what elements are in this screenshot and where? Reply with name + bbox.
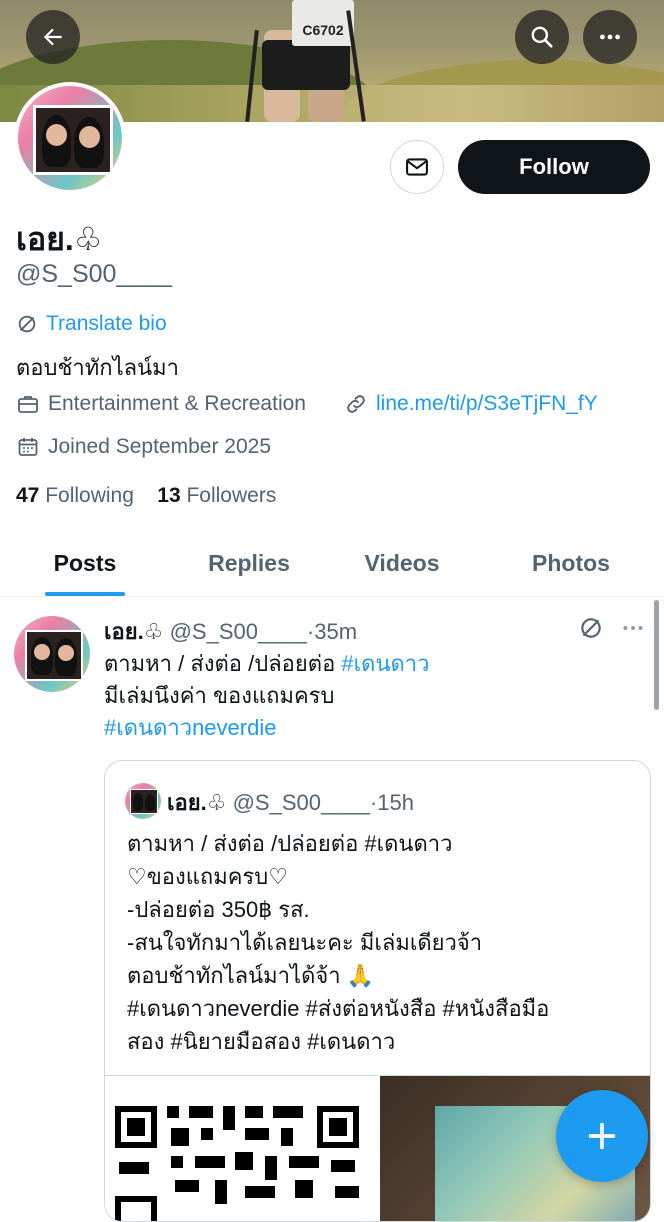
tab-label: Posts [53,549,117,576]
display-name: เอย.♧ [16,221,103,257]
bio-text: ตอบช้าทักไลน์มา [16,355,180,380]
profile-tabs: Posts Replies Videos Photos [0,530,664,597]
website-row[interactable]: line.me/ti/p/S3eTjFN_fY [344,392,598,416]
quoted-header: เอย.♧ @S_S00____·15h [167,790,414,815]
mail-icon [406,158,428,176]
more-horizontal-icon[interactable] [620,617,646,639]
grok-icon[interactable] [578,615,604,641]
tab-photos[interactable]: Photos [505,530,637,596]
tweet-time[interactable]: 35m [314,619,357,644]
quoted-line: ตอบช้าทักไลน์มาได้จ้า 🙏 [127,963,375,988]
quoted-author-name: เอย.♧ [167,790,227,815]
user-handle: @S_S00____ [16,260,173,288]
tweet-line: ตามหา / ส่งต่อ /ปล่อยต่อ [104,651,342,676]
hashtag-link[interactable]: #เดนดาวneverdie [104,712,644,744]
hashtag-link[interactable]: #เดนดาว [341,651,429,676]
followers-count: 13 [157,484,181,507]
plus-icon [588,1122,616,1150]
follow-button[interactable]: Follow [458,140,650,194]
category-row: Entertainment & Recreation [16,392,306,416]
link-icon [347,395,365,413]
search-button[interactable] [515,10,569,64]
tab-label: Photos [532,549,610,576]
quoted-line: -สนใจทักมาได้เลยนะคะ มีเล่มเดียวจ้า [127,930,483,955]
translate-bio[interactable]: Translate bio [16,312,167,336]
joined-row: Joined September 2025 [16,435,271,459]
following-label: Following [45,484,134,507]
tweet-header: เอย.♧ @S_S00____·35m [104,619,358,644]
qr-code-icon [115,1106,359,1221]
quoted-line: ตามหา / ส่งต่อ /ปล่อยต่อ #เดนดาว [127,831,453,856]
website-link[interactable]: line.me/ti/p/S3eTjFN_fY [376,392,598,416]
tweet-line: มีเล่มนึงค่า ของแถมครบ [104,683,335,708]
quoted-line: ♡ของแถมครบ♡ [127,864,288,889]
tweet-author-name[interactable]: เอย.♧ [104,619,163,644]
category-label: Entertainment & Recreation [48,392,306,415]
tab-active-indicator [45,592,125,596]
quoted-avatar [125,783,161,819]
calendar-icon [18,438,38,456]
following-count: 47 [16,484,40,507]
profile-avatar[interactable] [14,82,126,194]
translate-bio-label: Translate bio [46,312,167,335]
quoted-line: -ปล่อยต่อ 350฿ รส. [127,897,310,922]
tab-videos[interactable]: Videos [340,530,464,596]
banner-bib: C6702 [292,0,354,46]
briefcase-icon [18,396,38,413]
more-button[interactable] [583,10,637,64]
tab-replies[interactable]: Replies [180,530,318,596]
following-link[interactable]: 47 Following [16,484,134,507]
quoted-line: #เดนดาวneverdie #ส่งต่อหนังสือ #หนังสือม… [127,996,550,1021]
tab-posts[interactable]: Posts [20,530,150,596]
quoted-time: 15h [377,790,414,815]
joined-label: Joined September 2025 [48,435,271,458]
compose-button[interactable] [556,1090,648,1182]
arrow-left-icon [43,28,62,46]
translate-icon [18,315,36,333]
tweet-body: ตามหา / ส่งต่อ /ปล่อยต่อ #เดนดาว มีเล่มน… [104,648,644,744]
tweet-author-handle[interactable]: @S_S00____ [170,619,307,644]
scrollbar[interactable] [654,600,659,710]
quoted-body: ตามหา / ส่งต่อ /ปล่อยต่อ #เดนดาว ♡ของแถม… [127,827,637,1058]
followers-link[interactable]: 13 Followers [157,484,276,507]
tab-label: Videos [364,549,440,576]
quoted-author-handle: @S_S00____ [232,790,370,815]
search-icon [531,26,553,48]
follow-stats: 47 Following 13 Followers [16,484,276,508]
quoted-line: สอง #นิยายมือสอง #เดนดาว [127,1029,396,1054]
message-button[interactable] [390,140,444,194]
banner-runner: C6702 [245,0,366,122]
more-horizontal-icon [600,34,620,40]
back-button[interactable] [26,10,80,64]
tab-label: Replies [208,549,290,576]
followers-label: Followers [186,484,277,507]
tweet-avatar[interactable] [14,616,90,692]
